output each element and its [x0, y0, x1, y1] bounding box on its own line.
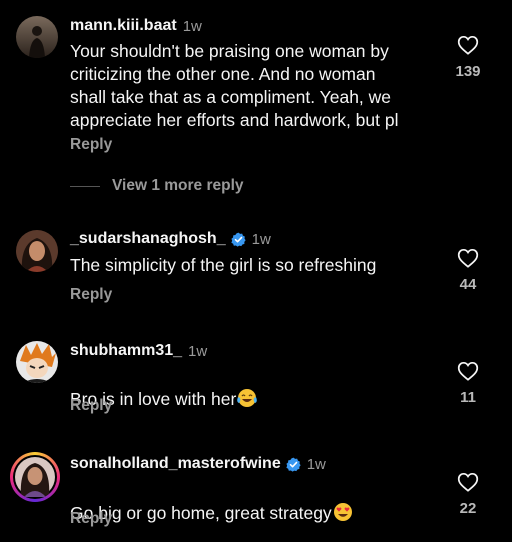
like-count: 11 [460, 389, 476, 406]
heart-outline-icon [457, 472, 479, 492]
avatar[interactable] [16, 230, 58, 272]
username[interactable]: shubhamm31_ [70, 342, 182, 360]
username[interactable]: _sudarshanaghosh_ [70, 230, 226, 248]
view-more-label[interactable]: View 1 more reply [112, 177, 244, 195]
like-button[interactable]: 22 [448, 472, 488, 517]
face-with-tears-of-joy-emoji [237, 389, 258, 407]
comment-text: The simplicity of the girl is so refresh… [70, 255, 377, 275]
reply-button[interactable]: Reply [70, 397, 112, 415]
timestamp: 1w [182, 17, 202, 35]
avatar[interactable] [16, 341, 58, 383]
like-count: 139 [455, 63, 481, 80]
like-button[interactable]: 44 [448, 248, 488, 293]
reply-button[interactable]: Reply [70, 136, 112, 154]
username[interactable]: mann.kiii.baat [70, 17, 177, 35]
like-count: 44 [459, 276, 477, 293]
avatar[interactable] [16, 16, 58, 58]
view-more-replies[interactable]: View 1 more reply [70, 176, 244, 196]
heart-outline-icon [457, 248, 479, 268]
reply-button[interactable]: Reply [70, 510, 112, 528]
like-count: 22 [459, 500, 477, 517]
timestamp: 1w [306, 455, 326, 473]
timestamp: 1w [188, 342, 208, 360]
smiling-face-with-heart-eyes-emoji [333, 503, 352, 521]
heart-outline-icon [457, 361, 479, 381]
comment-text: Go big or go home, great strategy [70, 479, 450, 525]
like-button[interactable]: 11 [448, 361, 488, 406]
comment-text: Bro is in love with her [70, 365, 450, 411]
reply-button[interactable]: Reply [70, 286, 112, 304]
verified-badge-icon [286, 457, 301, 472]
verified-badge-icon [230, 232, 246, 247]
timestamp: 1w [251, 230, 271, 248]
comment-text: Your shouldn't be praising one woman by … [70, 41, 399, 130]
heart-outline-icon [457, 35, 479, 55]
username[interactable]: sonalholland_masterofwine [70, 455, 281, 473]
thread-line [70, 185, 100, 187]
avatar-with-story-ring[interactable] [10, 452, 60, 502]
like-button[interactable]: 139 [448, 35, 488, 80]
